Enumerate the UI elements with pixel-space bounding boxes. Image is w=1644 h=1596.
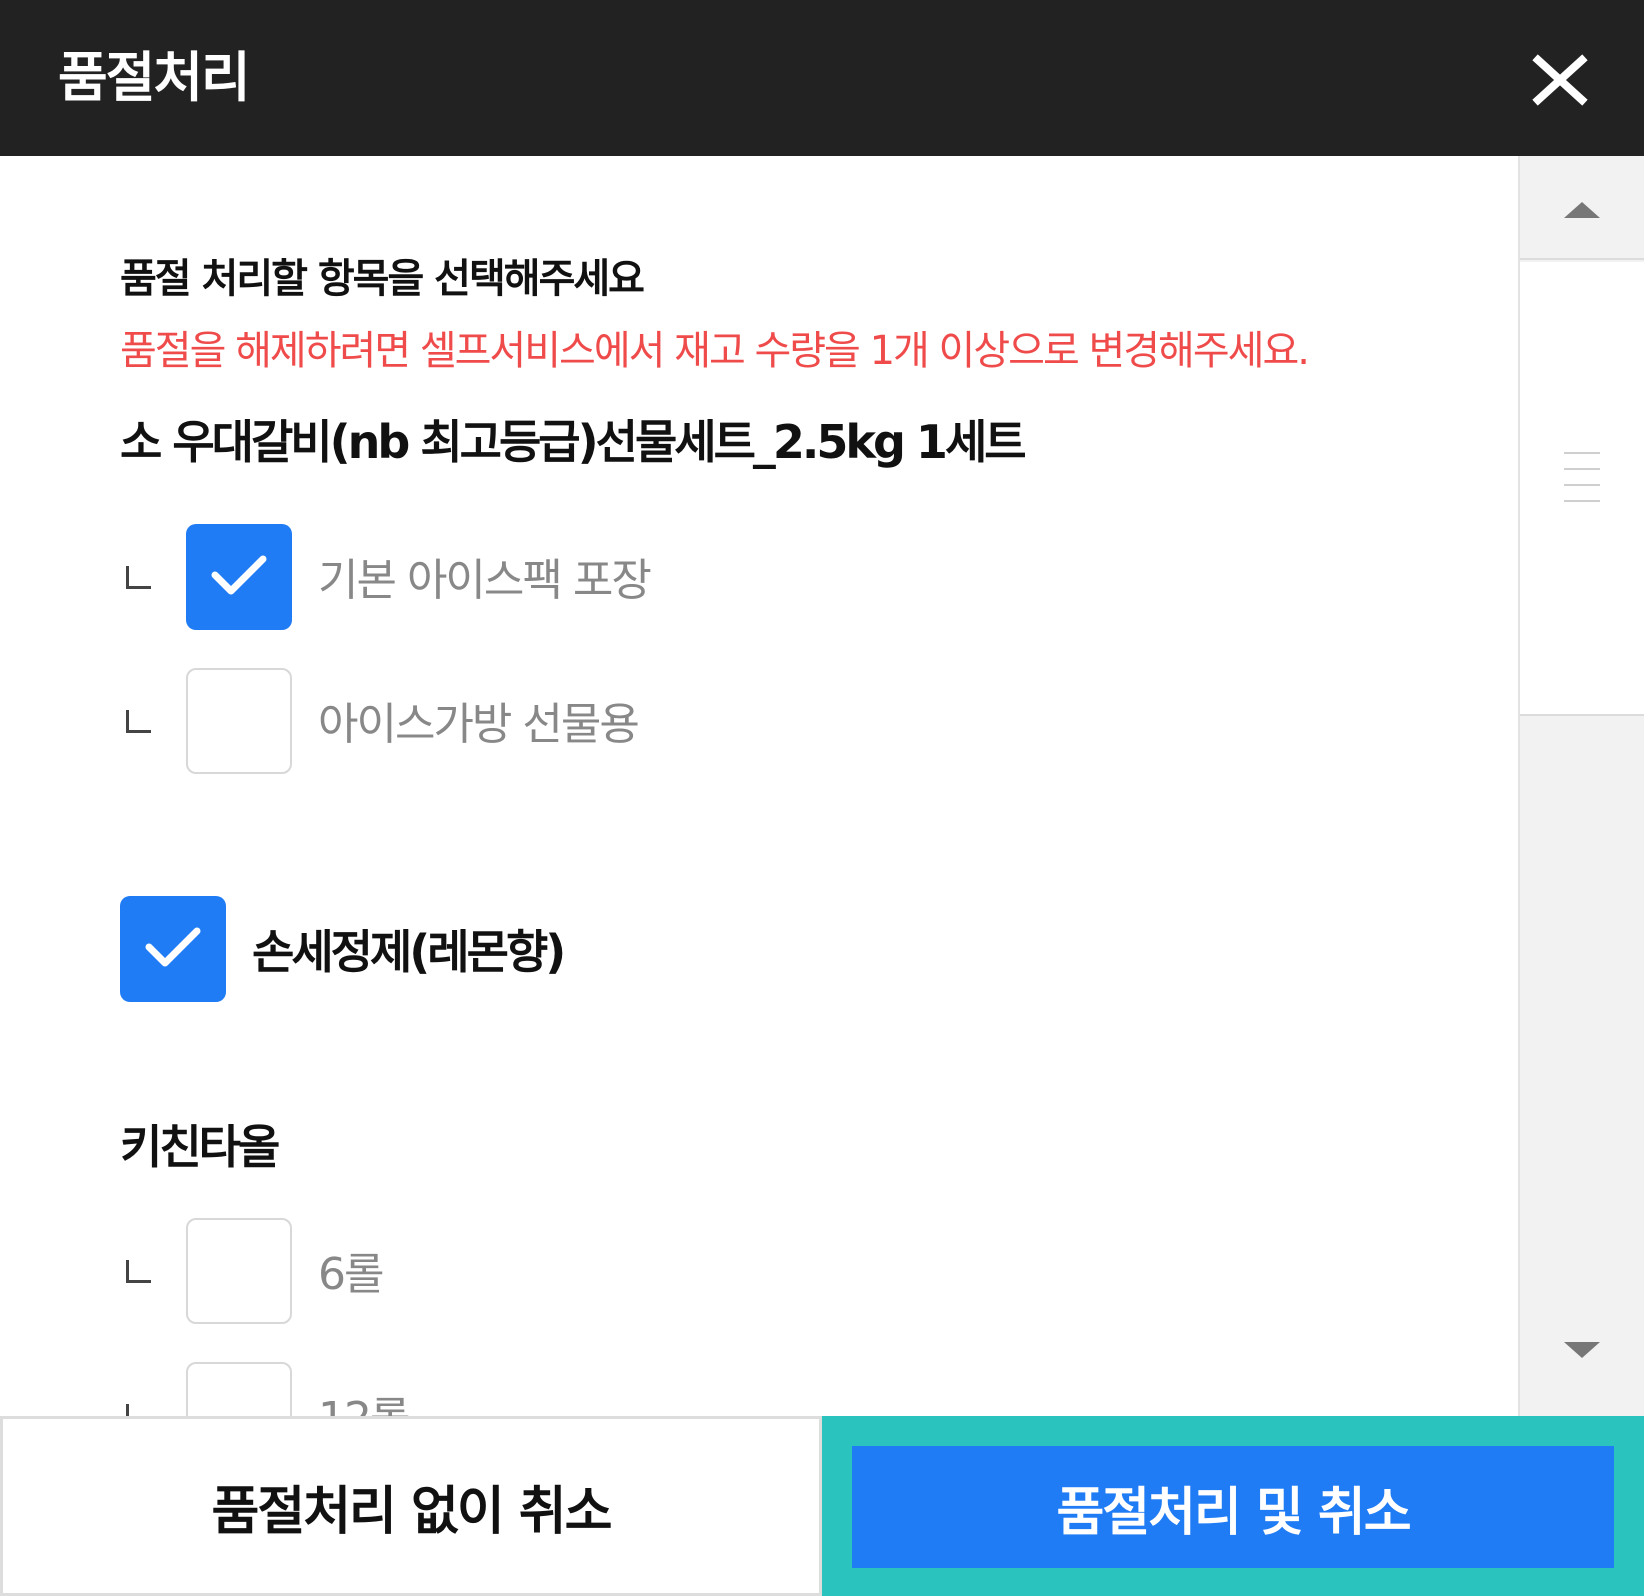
triangle-down-icon [1564,1342,1600,1358]
scroll-up-button[interactable] [1520,156,1644,260]
dialog-content: 품절 처리할 항목을 선택해주세요 품절을 해제하려면 셀프서비스에서 재고 수… [0,156,1518,1416]
scroll-down-button[interactable] [1520,1306,1644,1406]
option-row: 12롤 [120,1362,1420,1416]
dialog-footer: 품절처리 없이 취소 품절처리 및 취소 [0,1416,1644,1596]
product-title: 소 우대갈비(nb 최고등급)선물세트_2.5kg 1세트 [120,415,1027,469]
product-row: 손세정제(레몬향) [120,896,1420,1006]
soldout-and-cancel-button[interactable]: 품절처리 및 취소 [852,1446,1614,1568]
checkmark-icon [211,555,267,595]
option-row: 기본 아이스팩 포장 [120,524,1420,634]
branch-icon [126,1260,151,1283]
branch-icon [126,1404,151,1416]
dialog-title: 품절처리 [58,46,251,109]
scrollbar[interactable] [1518,156,1644,1416]
cancel-without-soldout-button[interactable]: 품절처리 없이 취소 [0,1416,822,1596]
option-checkbox[interactable] [186,1362,292,1416]
option-row: 아이스가방 선물용 [120,668,1420,778]
product-checkbox[interactable] [120,896,226,1002]
grip-lines-icon [1564,452,1600,516]
option-label: 12롤 [318,1382,410,1416]
option-label: 기본 아이스팩 포장 [318,555,652,606]
triangle-up-icon [1564,202,1600,218]
instruction-text: 품절 처리할 항목을 선택해주세요 [120,256,645,302]
option-checkbox[interactable] [186,1218,292,1324]
product-title: 키친타올 [120,1120,280,1174]
product-title: 손세정제(레몬향) [252,925,566,979]
scroll-thumb[interactable] [1520,262,1644,716]
dialog-header: 품절처리 [0,0,1644,156]
option-row: 6롤 [120,1218,1420,1328]
option-label: 아이스가방 선물용 [318,699,640,750]
branch-icon [126,566,151,589]
option-checkbox[interactable] [186,668,292,774]
option-label: 6롤 [318,1249,384,1300]
close-button[interactable] [1520,48,1600,110]
close-icon [1532,54,1588,106]
branch-icon [126,710,151,733]
checkmark-icon [145,927,201,967]
confirm-focus-ring: 품절처리 및 취소 [822,1416,1644,1596]
option-checkbox[interactable] [186,524,292,630]
warning-text: 품절을 해제하려면 셀프서비스에서 재고 수량을 1개 이상으로 변경해주세요. [120,328,1310,374]
